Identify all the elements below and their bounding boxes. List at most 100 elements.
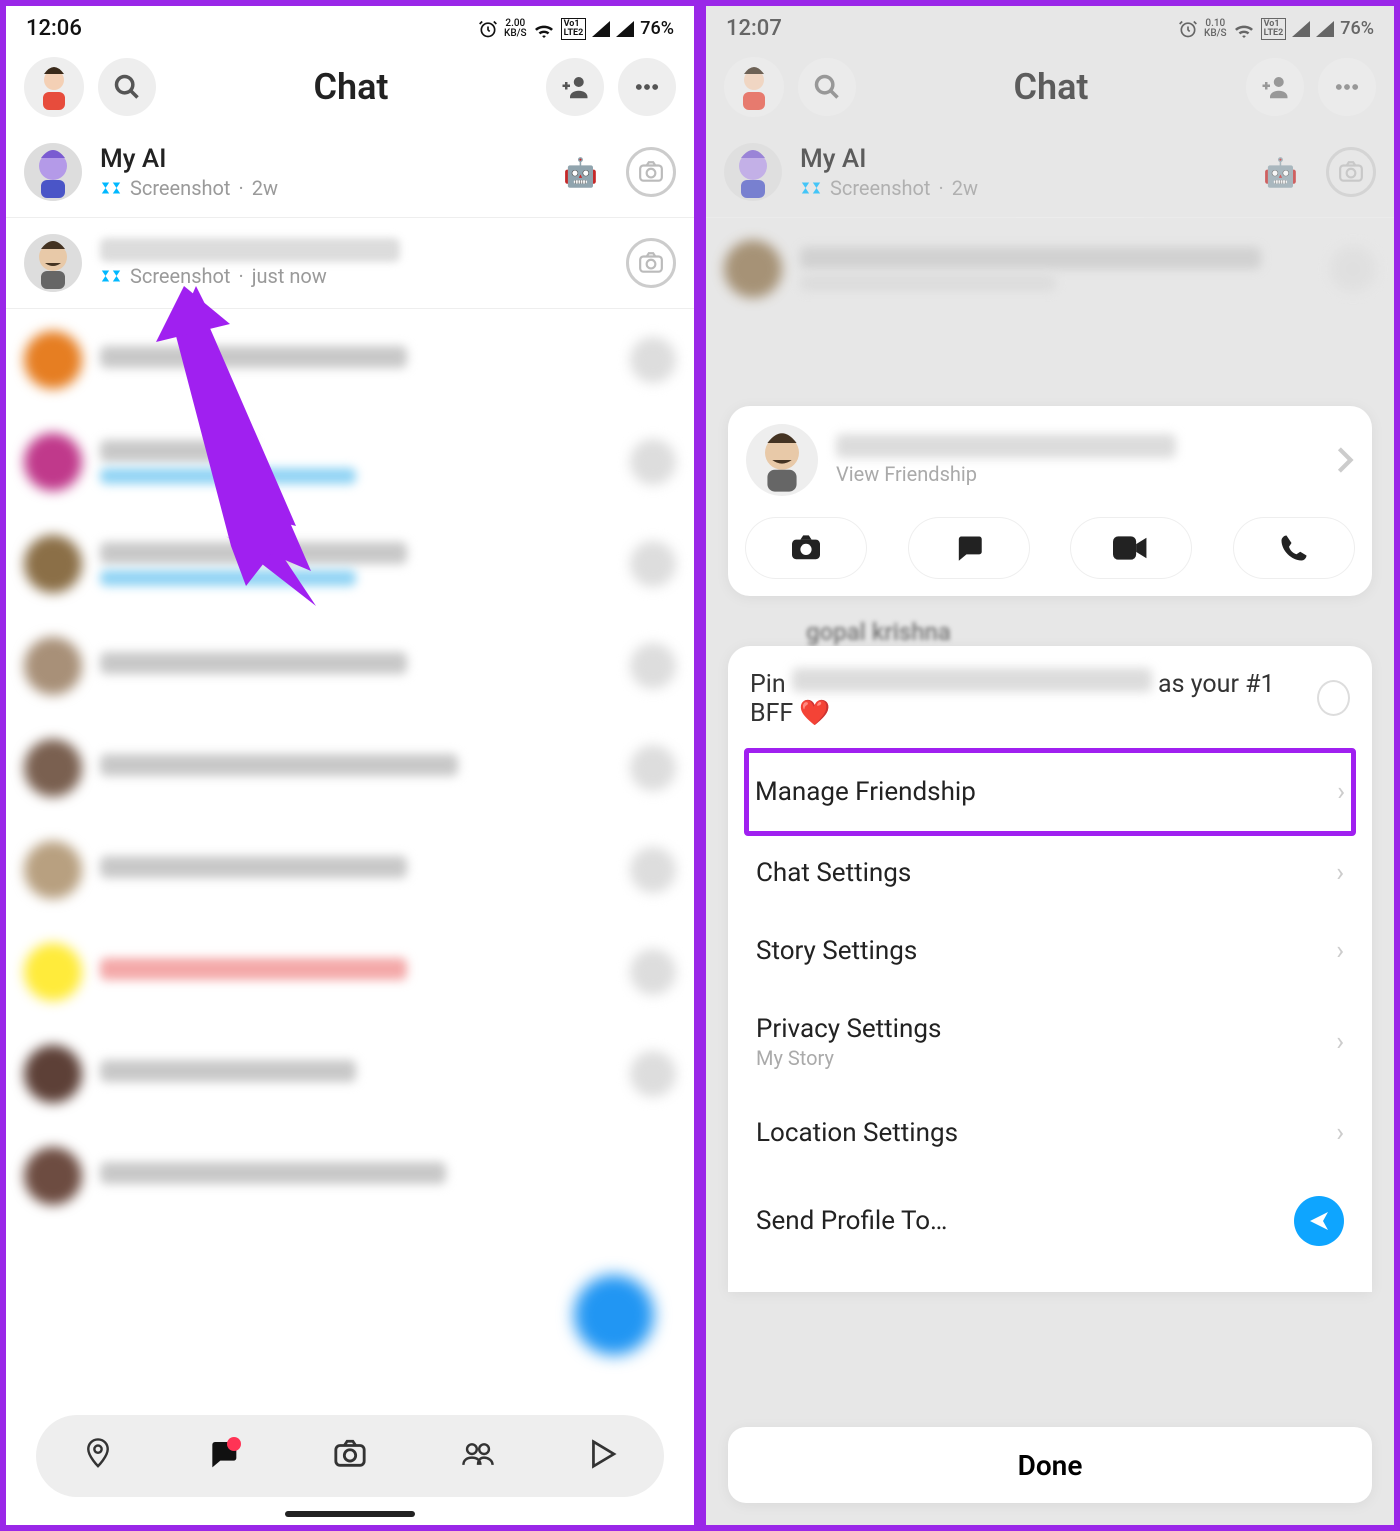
camera-icon [638,161,664,183]
search-button[interactable] [98,58,156,116]
alarm-icon [1178,19,1198,39]
menu-label: Manage Friendship [755,777,976,807]
chat-settings-item[interactable]: Chat Settings › [750,834,1350,912]
net-speed: 2.00KB/S [504,19,527,39]
quick-camera-button[interactable] [746,518,866,578]
signal-icon-2 [1316,21,1334,37]
story-settings-item[interactable]: Story Settings › [750,912,1350,990]
quick-video-button[interactable] [1071,518,1191,578]
chat-row-blurred [6,513,694,615]
notification-badge [227,1437,241,1451]
chevron-right-icon: › [1336,936,1344,966]
snap-camera-button[interactable] [626,147,676,197]
profile-name-redacted [836,434,1176,458]
chat-time: just now [252,264,327,288]
chat-status: Screenshot [130,176,230,200]
chevron-right-icon: › [1337,777,1345,807]
chat-status: Screenshot [130,264,230,288]
pin-name-redacted [792,668,1152,692]
status-icons: 0.10KB/S Vo1LTE2 76% [1178,18,1374,40]
friend-action-sheet: Pin as your #1 BFF ❤️ Manage Friendship … [728,646,1372,1292]
done-label: Done [1018,1449,1083,1482]
chat-row-blurred [6,921,694,1023]
chat-row-blurred [6,615,694,717]
menu-label: Send Profile To… [756,1206,947,1236]
search-icon [113,73,141,101]
chat-row-friend[interactable]: Screenshot · just now [6,218,694,309]
new-chat-fab[interactable] [574,1275,654,1355]
signal-icon-2 [616,21,634,37]
people-icon [461,1440,495,1468]
wifi-icon [533,20,555,38]
alarm-icon [478,19,498,39]
more-button[interactable] [618,58,676,116]
send-profile-item[interactable]: Send Profile To… [750,1172,1350,1270]
screenshot-icon [100,178,122,198]
avatar-icon [24,234,82,292]
menu-label: Privacy Settings [756,1014,941,1044]
camera-icon [333,1439,367,1469]
video-icon [1113,536,1149,560]
chat-row-blurred [6,1023,694,1125]
more-icon [633,73,661,101]
chevron-right-icon [1336,446,1354,474]
chat-row-blurred [6,1125,694,1227]
snap-camera-button[interactable] [626,238,676,288]
map-pin-icon [83,1437,113,1471]
send-button[interactable] [1294,1196,1344,1246]
page-title: Chat [170,66,532,108]
chevron-right-icon: › [1336,1118,1344,1148]
chat-row-blurred [6,819,694,921]
nav-stories[interactable] [461,1440,495,1472]
home-indicator [285,1511,415,1517]
nav-camera[interactable] [333,1439,367,1473]
camera-icon [638,252,664,274]
quick-chat-button[interactable] [909,518,1029,578]
status-bar: 12:07 0.10KB/S Vo1LTE2 76% [706,6,1394,47]
pin-radio[interactable] [1317,680,1350,716]
friend-profile-card: View Friendship [728,406,1372,596]
location-settings-item[interactable]: Location Settings › [750,1094,1350,1172]
chat-header-dimmed: Chat [706,47,1394,127]
signal-icon-1 [592,21,610,37]
manage-friendship-item[interactable]: Manage Friendship › [744,748,1356,836]
play-icon [589,1439,617,1469]
menu-label: Story Settings [756,936,917,966]
lte-badge: Vo1LTE2 [561,18,587,40]
add-friend-button[interactable] [546,58,604,116]
net-speed: 0.10KB/S [1204,19,1227,39]
chat-row-myai[interactable]: My AI Screenshot · 2w 🤖 [6,127,694,218]
wifi-icon [1233,20,1255,38]
lte-badge: Vo1LTE2 [1261,18,1287,40]
chevron-right-icon: › [1336,858,1344,888]
bottom-nav [36,1415,664,1497]
chat-name-redacted [100,238,400,262]
done-button[interactable]: Done [728,1427,1372,1503]
chat-row-dimmed: My AIScreenshot·2w 🤖 [706,127,1394,218]
background-chat-name: gopal krishna [806,618,951,646]
add-friend-icon [560,72,590,102]
chat-row-blurred [6,309,694,411]
chat-row-blurred [6,411,694,513]
status-icons: 2.00KB/S Vo1LTE2 76% [478,18,674,40]
robot-icon: 🤖 [563,156,598,189]
pin-bff-row[interactable]: Pin as your #1 BFF ❤️ [750,668,1350,728]
nav-spotlight[interactable] [589,1439,617,1473]
profile-avatar[interactable] [746,424,818,496]
menu-label: Location Settings [756,1118,958,1148]
profile-avatar[interactable] [24,57,84,117]
avatar-icon [24,143,82,201]
screenshot-icon [100,266,122,286]
signal-icon-1 [1292,21,1310,37]
view-friendship-link[interactable]: View Friendship [836,462,1318,486]
status-bar: 12:06 2.00KB/S Vo1LTE2 76% [6,6,694,47]
nav-map[interactable] [83,1437,113,1475]
chat-row-blurred [706,218,1394,320]
privacy-settings-item[interactable]: Privacy Settings My Story › [750,990,1350,1094]
chevron-right-icon: › [1336,1027,1344,1057]
chat-name: My AI [100,144,545,174]
menu-label: Chat Settings [756,858,911,888]
nav-chat[interactable] [207,1439,239,1473]
clock: 12:07 [726,16,782,41]
quick-call-button[interactable] [1234,518,1354,578]
